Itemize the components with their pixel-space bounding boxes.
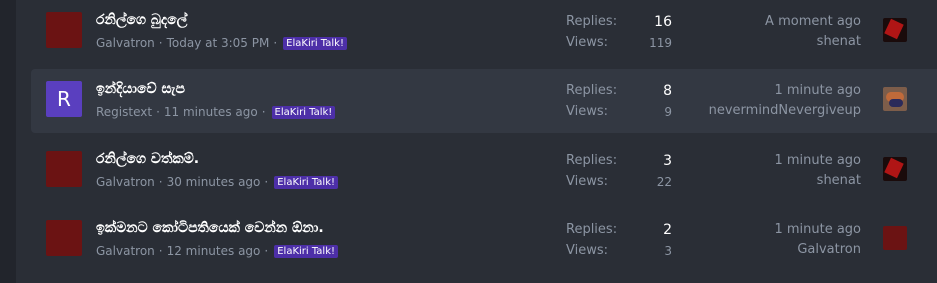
thread-prefix-badge[interactable]: ElaKiri Talk! bbox=[283, 36, 347, 50]
last-poster[interactable]: shenat bbox=[817, 173, 861, 188]
last-post-time[interactable]: 1 minute ago bbox=[774, 83, 861, 98]
last-poster-avatar[interactable] bbox=[883, 157, 907, 181]
replies-count: 2 bbox=[663, 222, 672, 238]
replies-label: Replies: bbox=[566, 222, 618, 237]
thread-title[interactable]: ඉක්මනට කෝටිපතියෙක් වෙන්න ඕනා. bbox=[96, 220, 324, 236]
replies-count: 8 bbox=[663, 83, 672, 99]
views-count: 9 bbox=[664, 105, 672, 119]
last-poster-avatar[interactable] bbox=[883, 226, 907, 250]
views-label: Views: bbox=[566, 35, 609, 50]
last-post-time[interactable]: 1 minute ago bbox=[774, 222, 861, 237]
thread-prefix-badge[interactable]: ElaKiri Talk! bbox=[274, 175, 339, 189]
views-label: Views: bbox=[566, 174, 609, 189]
meta-separator: · bbox=[264, 244, 269, 258]
thread-meta: Galvatron · 12 minutes ago · ElaKiri Tal… bbox=[96, 244, 339, 258]
last-poster[interactable]: nevermindNevergiveup bbox=[709, 103, 861, 118]
thread-row[interactable]: රනිල්ගෙ වත්කම්. Galvatron · 30 minutes a… bbox=[16, 139, 937, 203]
replies-label: Replies: bbox=[566, 83, 618, 98]
meta-separator: · bbox=[158, 175, 163, 189]
thread-author[interactable]: Galvatron bbox=[96, 244, 155, 258]
thread-author[interactable]: Galvatron bbox=[96, 36, 155, 50]
meta-separator: · bbox=[156, 105, 160, 119]
meta-separator: · bbox=[273, 36, 278, 50]
thread-meta: Galvatron · 30 minutes ago · ElaKiri Tal… bbox=[96, 175, 339, 189]
thread-prefix-badge[interactable]: ElaKiri Talk! bbox=[271, 105, 336, 119]
last-poster-avatar[interactable] bbox=[883, 87, 907, 111]
last-poster-avatar[interactable] bbox=[883, 18, 907, 42]
views-label: Views: bbox=[566, 104, 609, 119]
thread-author[interactable]: Galvatron bbox=[96, 175, 155, 189]
thread-title[interactable]: රනිල්ගෙ වත්කම්. bbox=[96, 151, 199, 167]
author-avatar[interactable] bbox=[46, 12, 82, 48]
replies-count: 16 bbox=[654, 14, 672, 30]
thread-title[interactable]: රනිල්ගෙ බුදලේ bbox=[96, 12, 187, 28]
views-count: 3 bbox=[664, 244, 672, 258]
last-post-time[interactable]: 1 minute ago bbox=[774, 153, 861, 168]
replies-count: 3 bbox=[663, 153, 672, 169]
meta-separator: · bbox=[261, 105, 266, 119]
last-poster[interactable]: shenat bbox=[817, 34, 861, 49]
meta-separator: · bbox=[264, 175, 269, 189]
thread-prefix-badge[interactable]: ElaKiri Talk! bbox=[274, 244, 339, 258]
meta-separator: · bbox=[158, 36, 163, 50]
views-count: 22 bbox=[656, 175, 672, 189]
thread-meta: Galvatron · Today at 3:05 PM · ElaKiri T… bbox=[96, 36, 347, 50]
views-label: Views: bbox=[566, 243, 609, 258]
replies-label: Replies: bbox=[566, 153, 618, 168]
thread-meta: Registext · 11 minutes ago · ElaKiri Tal… bbox=[96, 105, 336, 119]
author-avatar[interactable]: R bbox=[46, 81, 82, 117]
thread-start-time[interactable]: 30 minutes ago bbox=[167, 175, 261, 189]
thread-row[interactable]: ඉක්මනට කෝටිපතියෙක් වෙන්න ඕනා. Galvatron … bbox=[16, 208, 937, 272]
last-post-time[interactable]: A moment ago bbox=[765, 14, 861, 29]
thread-author[interactable]: Registext bbox=[96, 105, 152, 119]
meta-separator: · bbox=[158, 244, 163, 258]
author-avatar[interactable] bbox=[46, 151, 82, 187]
thread-row[interactable]: R ඉන්දියාවේ සැප Registext · 11 minutes a… bbox=[31, 69, 937, 133]
last-poster[interactable]: Galvatron bbox=[797, 242, 861, 257]
views-count: 119 bbox=[649, 36, 672, 50]
thread-start-time[interactable]: 11 minutes ago bbox=[164, 105, 258, 119]
author-avatar[interactable] bbox=[46, 220, 82, 256]
thread-row[interactable]: රනිල්ගෙ බුදලේ Galvatron · Today at 3:05 … bbox=[16, 0, 937, 64]
thread-start-time[interactable]: 12 minutes ago bbox=[167, 244, 261, 258]
replies-label: Replies: bbox=[566, 14, 618, 29]
thread-start-time[interactable]: Today at 3:05 PM bbox=[167, 36, 270, 50]
thread-title[interactable]: ඉන්දියාවේ සැප bbox=[96, 81, 185, 97]
